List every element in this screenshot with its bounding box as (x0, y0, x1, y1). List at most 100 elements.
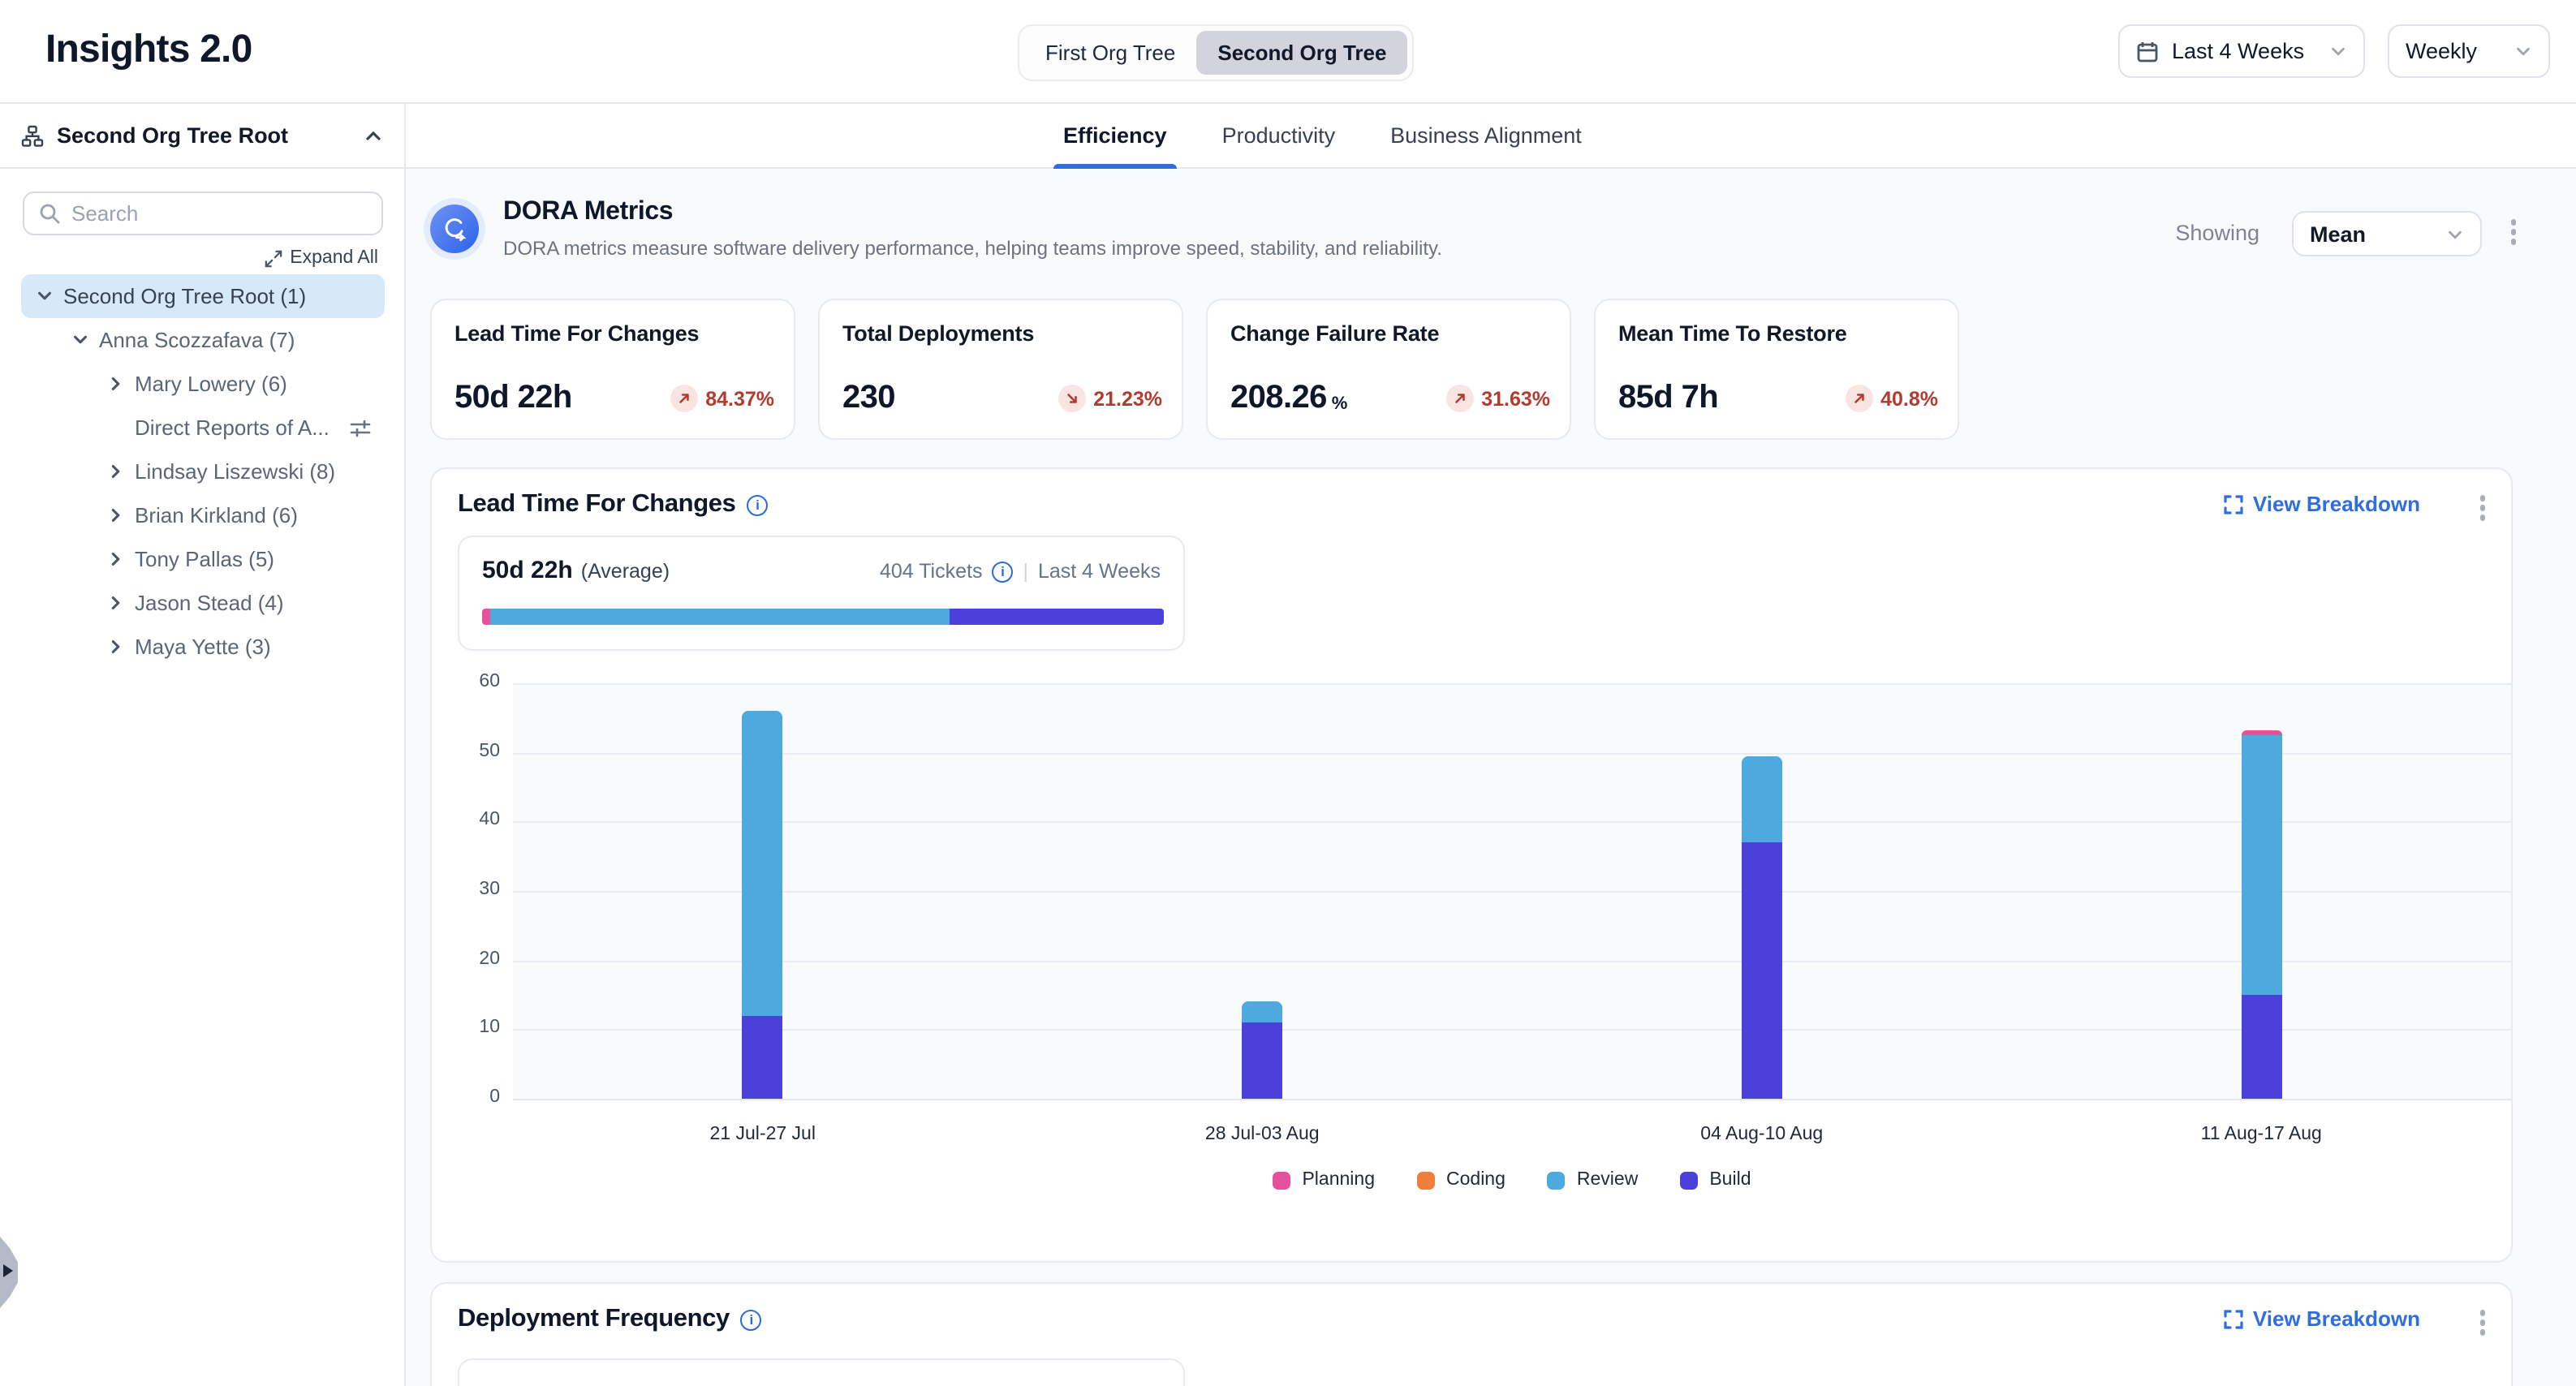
org-toggle-option[interactable]: Second Org Tree (1196, 31, 1407, 75)
bar-segment-review (743, 711, 783, 1015)
y-axis-tick: 10 (445, 1018, 500, 1038)
trend-up-icon (670, 385, 697, 412)
lead-time-menu-button[interactable] (2473, 489, 2492, 527)
dora-menu-button[interactable] (2504, 213, 2522, 251)
metric-trend-value: 31.63% (1481, 387, 1550, 410)
tree-item[interactable]: Direct Reports of A... (21, 406, 385, 450)
tree-item-label: Anna Scozzafava (7) (99, 328, 295, 352)
expand-corners-icon (2224, 494, 2243, 514)
chevron-down-icon (2446, 225, 2464, 243)
lead-time-chart-plot (513, 683, 2511, 1099)
tree-item[interactable]: Maya Yette (3) (21, 625, 385, 669)
tree-item[interactable]: Lindsay Liszewski (8) (21, 450, 385, 493)
trend-up-icon (1445, 385, 1473, 412)
x-axis-label: 04 Aug-10 Aug (1665, 1125, 1859, 1144)
tree-item-label: Maya Yette (3) (135, 635, 271, 659)
metric-card-value-row: 85d 7h 40.8% (1618, 380, 1938, 417)
metric-card-title: Total Deployments (842, 321, 1159, 346)
chevron-right-icon[interactable] (106, 375, 125, 393)
deployment-menu-button[interactable] (2473, 1303, 2492, 1341)
metric-card-title: Change Failure Rate (1230, 321, 1547, 346)
section-tabs: Efficiency Productivity Business Alignment (406, 104, 2576, 169)
insights-dashboard: Insights 2.0 First Org TreeSecond Org Tr… (0, 0, 2576, 1386)
chevron-down-icon[interactable] (34, 287, 54, 305)
chevron-down-icon[interactable] (70, 331, 89, 349)
sidebar-header-label: Second Org Tree Root (57, 123, 351, 148)
legend-item-planning[interactable]: Planning (1273, 1170, 1375, 1190)
summary-value: 50d 22h (482, 557, 573, 584)
trend-up-icon (1845, 385, 1872, 412)
metric-value: 85d 7h (1618, 380, 1718, 417)
gridline (513, 752, 2511, 754)
date-range-select[interactable]: Last 4 Weeks (2118, 24, 2365, 78)
deployment-view-breakdown[interactable]: View Breakdown (2224, 1306, 2420, 1331)
info-icon[interactable] (992, 561, 1013, 582)
metric-card-value-row: 23021.23% (842, 380, 1162, 417)
metric-card-total-deployments: Total Deployments 23021.23% (818, 299, 1183, 440)
y-axis-tick: 30 (445, 880, 500, 899)
gridline (513, 683, 2511, 685)
date-range-value: Last 4 Weeks (2172, 39, 2304, 63)
phase-segment-review (490, 609, 950, 625)
tree-item-label: Brian Kirkland (6) (135, 503, 298, 527)
tab-productivity[interactable]: Productivity (1213, 104, 1346, 167)
showing-label: Showing (2175, 221, 2259, 245)
summary-qualifier: (Average) (581, 560, 670, 583)
metric-value: 230 (842, 380, 895, 417)
legend-swatch (1548, 1171, 1566, 1189)
legend-swatch (1680, 1171, 1698, 1189)
tree-item[interactable]: Tony Pallas (5) (21, 537, 385, 581)
metric-value-suffix: % (1332, 394, 1348, 413)
chevron-right-icon[interactable] (106, 638, 125, 656)
expand-all-button[interactable]: Expand All (264, 248, 378, 268)
expand-arrows-icon (264, 249, 282, 267)
info-icon[interactable] (747, 494, 768, 515)
chevron-right-icon[interactable] (106, 506, 125, 524)
chevron-right-icon[interactable] (106, 594, 125, 612)
metric-card-lead-time-for-changes: Lead Time For Changes50d 22h84.37% (430, 299, 795, 440)
bar-segment-build (743, 1016, 783, 1099)
granularity-select[interactable]: Weekly (2388, 24, 2550, 78)
tab-business-alignment[interactable]: Business Alignment (1381, 104, 1592, 167)
metric-trend: 31.63% (1445, 385, 1550, 412)
dora-section-subtitle: DORA metrics measure software delivery p… (503, 237, 1442, 260)
tree-item[interactable]: Second Org Tree Root (1) (21, 274, 385, 318)
legend-item-build[interactable]: Build (1680, 1170, 1751, 1190)
tree-item[interactable]: Anna Scozzafava (7) (21, 318, 385, 362)
collapse-sidebar-icon[interactable] (364, 126, 383, 145)
legend-item-review[interactable]: Review (1548, 1170, 1638, 1190)
sidebar-header[interactable]: Second Org Tree Root (0, 104, 404, 169)
tab-efficiency[interactable]: Efficiency (1053, 104, 1177, 167)
y-axis-tick: 20 (445, 949, 500, 968)
tree-item[interactable]: Mary Lowery (6) (21, 362, 385, 406)
gridline (513, 960, 2511, 962)
lead-time-view-breakdown[interactable]: View Breakdown (2224, 492, 2420, 516)
tree-item-label: Jason Stead (4) (135, 591, 284, 615)
showing-select[interactable]: Mean (2292, 211, 2482, 256)
info-icon[interactable] (741, 1309, 762, 1330)
legend-label: Review (1577, 1170, 1638, 1190)
bar-segment-review (1742, 756, 1782, 843)
deployment-summary (458, 1358, 1185, 1386)
view-breakdown-label: View Breakdown (2253, 492, 2420, 516)
lead-time-summary: 50d 22h (Average) 404 Tickets | Last 4 W… (458, 536, 1185, 651)
search-input[interactable] (71, 201, 367, 226)
metric-card-title: Mean Time To Restore (1618, 321, 1935, 346)
x-axis-label: 28 Jul-03 Aug (1165, 1125, 1359, 1144)
tree-item-label: Direct Reports of A... (135, 415, 330, 440)
metric-card-change-failure-rate: Change Failure Rate208.26%31.63% (1206, 299, 1571, 440)
legend-label: Coding (1446, 1170, 1506, 1190)
legend-label: Build (1709, 1170, 1751, 1190)
tree-item[interactable]: Brian Kirkland (6) (21, 493, 385, 537)
y-axis-tick: 40 (445, 811, 500, 830)
legend-item-coding[interactable]: Coding (1417, 1170, 1506, 1190)
filter-sliders-icon[interactable] (349, 417, 372, 440)
chevron-right-icon[interactable] (106, 463, 125, 480)
y-axis-tick: 60 (445, 672, 500, 691)
y-axis-tick: 50 (445, 741, 500, 760)
chevron-right-icon[interactable] (106, 550, 125, 568)
chevron-down-icon (2514, 42, 2532, 60)
metric-trend-value: 40.8% (1880, 387, 1938, 410)
tree-item[interactable]: Jason Stead (4) (21, 581, 385, 625)
org-toggle-option[interactable]: First Org Tree (1024, 31, 1196, 75)
